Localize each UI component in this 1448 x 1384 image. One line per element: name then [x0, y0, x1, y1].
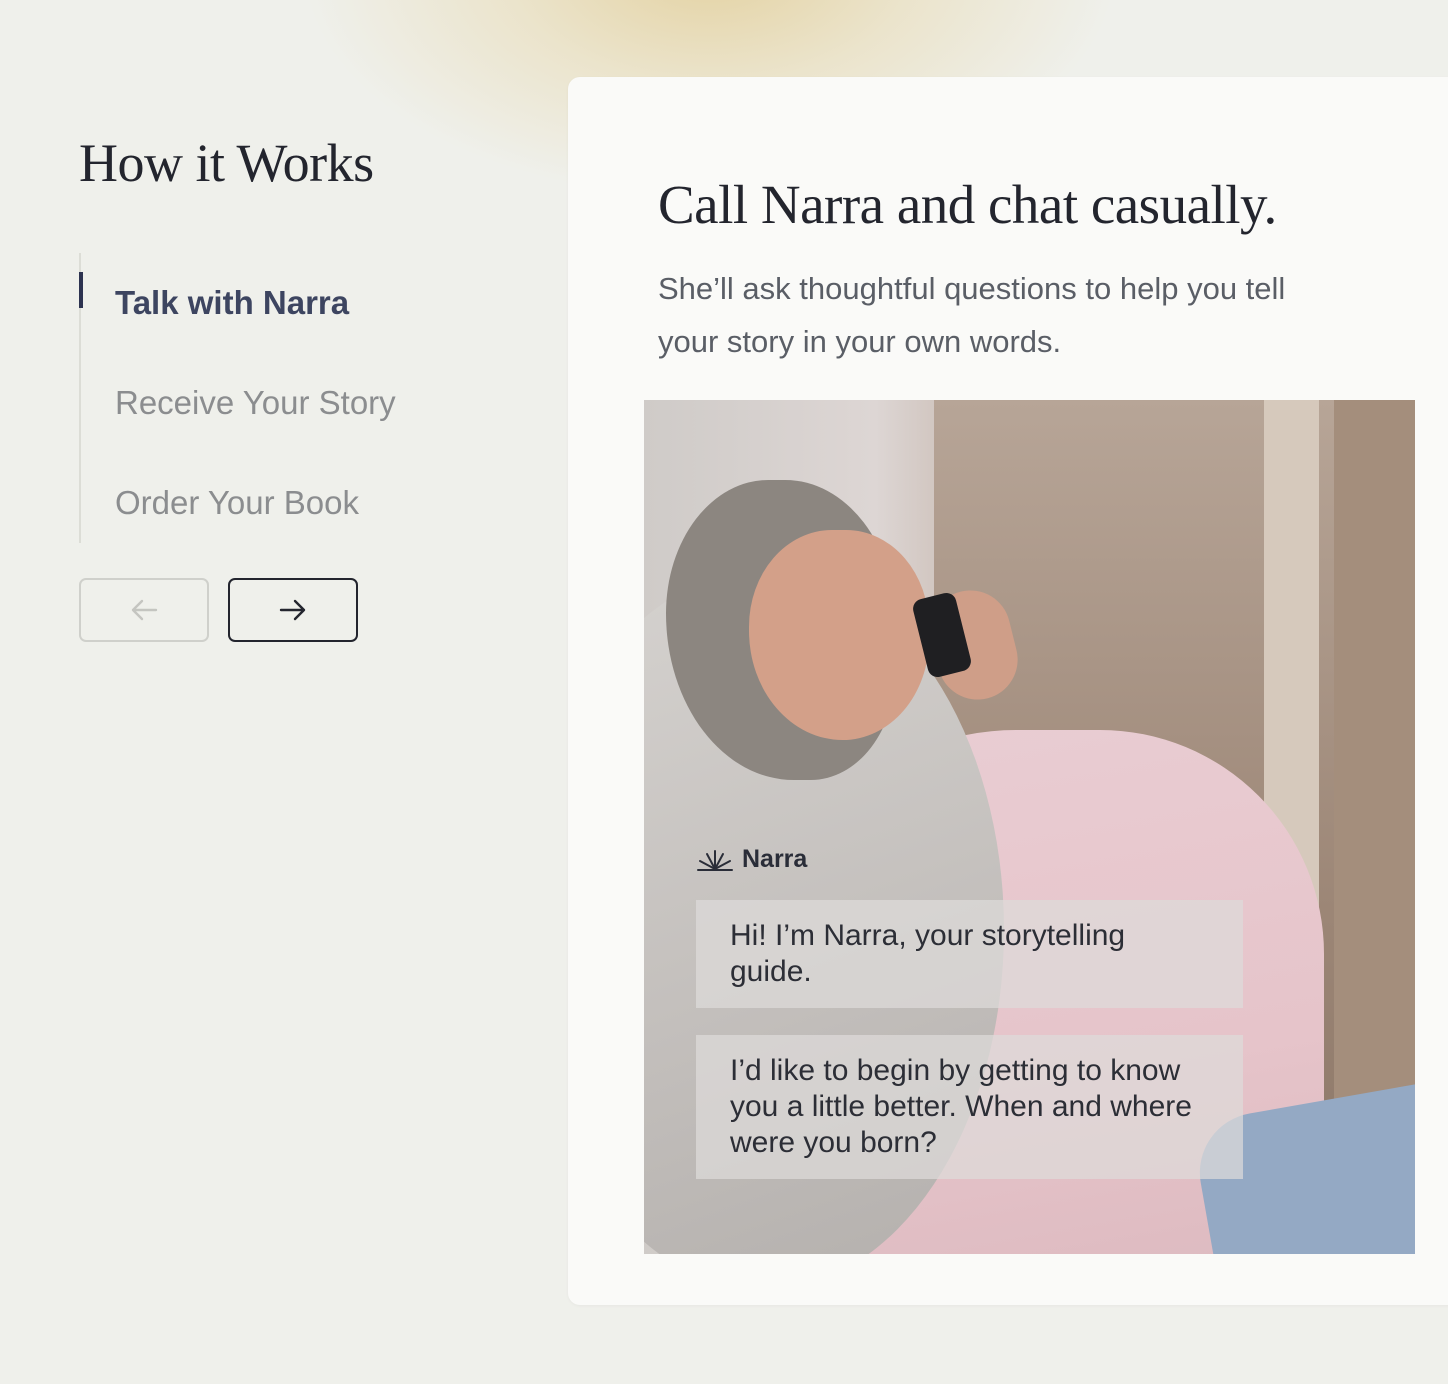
step-label: Receive Your Story	[115, 384, 396, 421]
card-title: Call Narra and chat casually.	[658, 174, 1277, 235]
card-description: She’ll ask thoughtful questions to help …	[658, 271, 1286, 359]
chat-message: I’d like to begin by getting to know you…	[696, 1035, 1243, 1179]
step-label: Order Your Book	[115, 484, 359, 521]
step-detail-card: Call Narra and chat casually. She’ll ask…	[568, 77, 1448, 1305]
previous-button[interactable]	[79, 578, 209, 642]
arrow-right-icon	[279, 599, 306, 621]
step-label: Talk with Narra	[115, 284, 350, 321]
narra-brand: Narra	[696, 845, 807, 874]
arrow-left-icon	[131, 599, 158, 621]
section-title: How it Works	[79, 133, 374, 193]
step-order-your-book[interactable]: Order Your Book	[81, 453, 501, 553]
woman-on-phone-photo: Narra Hi! I’m Narra, your storytelling g…	[644, 400, 1415, 1254]
next-button[interactable]	[228, 578, 358, 642]
step-list: Talk with Narra Receive Your Story Order…	[79, 253, 501, 543]
step-receive-your-story[interactable]: Receive Your Story	[81, 353, 501, 453]
step-navigation	[79, 578, 358, 642]
chat-message: Hi! I’m Narra, your storytelling guide.	[696, 900, 1243, 1008]
narra-lotus-icon	[697, 849, 733, 871]
brand-name: Narra	[742, 845, 808, 873]
step-talk-with-narra[interactable]: Talk with Narra	[79, 253, 501, 353]
